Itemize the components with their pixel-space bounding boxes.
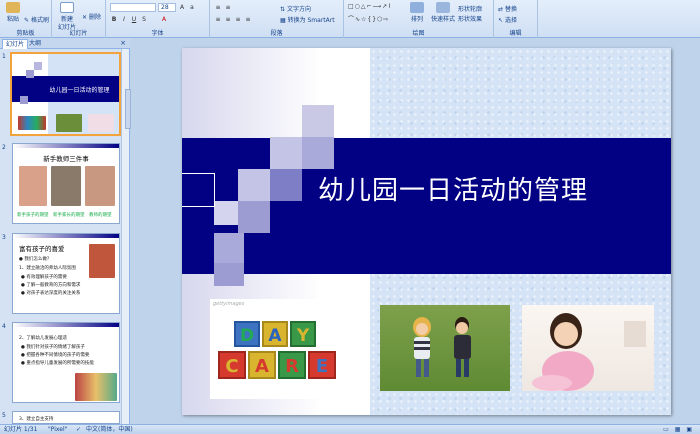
italic-icon[interactable]: I	[120, 15, 128, 23]
align-left-icon[interactable]: ≡	[214, 15, 222, 23]
clipboard-group: 粘贴 ✎ 格式刷 剪贴板	[0, 0, 52, 38]
thumbnail-caption: 新手家长的期望	[53, 213, 85, 218]
select-button[interactable]: ↖ 选择	[498, 15, 517, 24]
close-icon[interactable]: ×	[120, 39, 126, 48]
font-name-field[interactable]	[110, 3, 156, 12]
thumbnail-image	[88, 114, 114, 132]
thumbnail-image	[75, 373, 117, 401]
numbering-icon[interactable]: ≡	[224, 3, 232, 11]
strikethrough-icon[interactable]: S	[140, 15, 148, 23]
slides-panel: 幻灯片 大纲 × 1 幼儿园一日活动的管理 2 新手教师三件事 新手孩子的期望 …	[0, 38, 131, 424]
editing-group: ⇄ 替换 ↖ 选择 编辑	[494, 0, 538, 38]
convert-smartart-button[interactable]: ▦ 转换为 SmartArt	[280, 15, 335, 24]
quick-styles-button[interactable]: 快速样式	[430, 2, 456, 23]
thumbnail-image	[89, 244, 115, 278]
slide-thumbnail-2[interactable]: 新手教师三件事 新手孩子的期望 新手家长的期望 教师的期望	[12, 143, 120, 224]
slide-thumbnail-1[interactable]: 幼儿园一日活动的管理	[10, 52, 121, 136]
daycare-blocks-image[interactable]: gettyimages D A Y C A R E	[210, 299, 358, 399]
letter-block: R	[278, 351, 306, 379]
new-slide-button[interactable]: 新建	[56, 2, 78, 23]
bold-icon[interactable]: B	[110, 15, 118, 23]
slide-number: 5	[2, 412, 6, 419]
letter-block: A	[248, 351, 276, 379]
slide-number: 2	[2, 144, 6, 151]
girl-illustration	[532, 313, 646, 391]
bullets-icon[interactable]: ≡	[214, 3, 222, 11]
replace-button[interactable]: ⇄ 替换	[498, 4, 517, 13]
shape-outline-button[interactable]: 形状轮廓	[458, 4, 482, 13]
slide-thumbnail-title: 幼儿园一日活动的管理	[49, 87, 110, 94]
language-indicator: 中文(简体，中国)	[86, 426, 133, 433]
arrange-icon	[410, 2, 424, 13]
thumbnail-image	[56, 114, 82, 132]
thumbnail-image	[19, 166, 47, 206]
spell-check-icon[interactable]: ✓	[76, 425, 81, 434]
letter-block: E	[308, 351, 336, 379]
paste-button[interactable]: 粘贴	[4, 2, 22, 23]
letter-block: D	[234, 321, 260, 347]
paste-icon	[6, 2, 20, 13]
slide[interactable]: 幼儿园一日活动的管理 gettyimages D A Y C A R E	[182, 48, 671, 415]
panel-scrollbar[interactable]	[121, 49, 131, 424]
quick-styles-icon	[436, 2, 450, 13]
justify-icon[interactable]: ≡	[244, 15, 252, 23]
format-painter-button[interactable]: ✎ 格式刷	[24, 15, 49, 24]
slides-group: 新建 幻灯片 ✕ 删除 幻灯片	[52, 0, 106, 38]
drawing-group: □○△⌐⟶↗⌇ ⌒∿☆{}⬡⇨ 排列 快速样式 形状轮廓 形状效果 绘图	[344, 0, 494, 38]
text-direction-button[interactable]: ⇅ 文字方向	[280, 4, 311, 13]
letter-block: Y	[290, 321, 316, 347]
slide-thumbnail-title: 新手教师三件事	[43, 155, 89, 163]
slide-thumbnail-5[interactable]: 3、建立自主支持	[12, 411, 120, 424]
slide-thumbnail-4[interactable]: 2、了解幼儿发展心理适 ● 我们针对孩子的情绪了解孩子 ● 把握各种不同情境的孩…	[12, 322, 120, 403]
slide-thumbnail-3[interactable]: 富有孩子的喜爱 ● 我们怎么做？ 1、建立融洽的师幼人际氛围 ● 有效理解孩子的…	[12, 233, 120, 314]
girl-portrait-image[interactable]	[522, 305, 654, 391]
children-on-grass-image[interactable]	[380, 305, 510, 391]
slide-canvas: 幼儿园一日活动的管理 gettyimages D A Y C A R E	[131, 38, 700, 424]
font-color-icon[interactable]: A	[160, 15, 168, 23]
align-right-icon[interactable]: ≡	[234, 15, 242, 23]
panel-tabs: 幻灯片 大纲 ×	[0, 38, 130, 49]
slide-counter: 幻灯片 1/31	[4, 426, 38, 433]
font-size-field[interactable]: 28	[158, 3, 176, 12]
letter-block: C	[218, 351, 246, 379]
slide-number: 1	[2, 53, 6, 60]
letter-block: A	[262, 321, 288, 347]
shape-effects-button[interactable]: 形状效果	[458, 14, 482, 23]
align-center-icon[interactable]: ≡	[224, 15, 232, 23]
thumbnail-image	[51, 166, 81, 206]
font-group: 28 A a B I U S A 字体	[106, 0, 210, 38]
theme-name: "Pixel"	[48, 426, 68, 433]
getty-watermark: gettyimages	[213, 301, 245, 307]
thumbnail-image	[85, 166, 115, 206]
delete-button[interactable]: ✕ 删除	[82, 12, 101, 21]
children-illustration	[413, 317, 471, 377]
view-buttons[interactable]: ▭ ▦ ▣	[663, 425, 694, 434]
shapes-gallery-row2[interactable]: ⌒∿☆{}⬡⇨	[348, 14, 389, 23]
thumbnail-caption: 新手孩子的期望	[17, 213, 49, 218]
underline-icon[interactable]: U	[130, 15, 138, 23]
shapes-gallery[interactable]: □○△⌐⟶↗⌇	[348, 3, 392, 10]
status-bar: 幻灯片 1/31 "Pixel" ✓ 中文(简体，中国) ▭ ▦ ▣	[0, 424, 700, 434]
thumbnail-image	[18, 116, 46, 130]
slide-number: 4	[2, 323, 6, 330]
slide-title[interactable]: 幼儿园一日活动的管理	[318, 170, 588, 207]
new-slide-icon	[60, 2, 74, 13]
grow-font-icon[interactable]: A	[178, 3, 186, 11]
tab-outline[interactable]: 大纲	[26, 39, 44, 49]
tab-slides[interactable]: 幻灯片	[2, 39, 29, 49]
ribbon: 粘贴 ✎ 格式刷 剪贴板 新建 幻灯片 ✕ 删除 幻灯片 28 A a B I …	[0, 0, 700, 38]
shrink-font-icon[interactable]: a	[188, 3, 196, 11]
arrange-button[interactable]: 排列	[406, 2, 428, 23]
slide-number: 3	[2, 234, 6, 241]
paragraph-group: ≡ ≡ ≡ ≡ ≡ ≡ ⇅ 文字方向 ▦ 转换为 SmartArt 段落	[210, 0, 344, 38]
thumbnail-caption: 教师的期望	[89, 213, 112, 218]
